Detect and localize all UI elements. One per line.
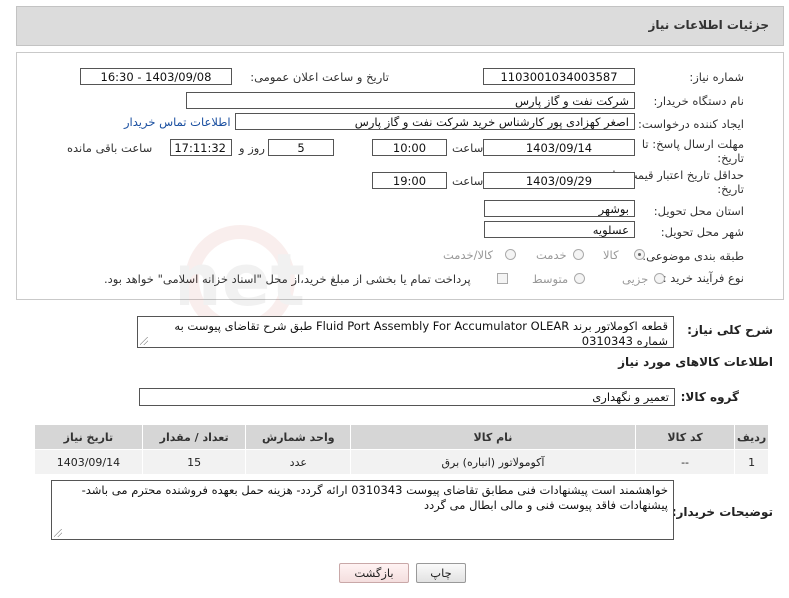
reply-deadline-label-2: تاریخ:	[717, 151, 744, 165]
page-title: جزئیات اطلاعات نیاز	[648, 18, 769, 32]
summary-textarea[interactable]: قطعه اکوملاتور برند Fluid Port Assembly …	[137, 316, 674, 348]
creator-label: ایجاد کننده درخواست:	[638, 117, 744, 131]
category-option-goods: کالا	[603, 248, 619, 262]
announce-date-field[interactable]: 1403/09/08 - 16:30	[80, 68, 232, 85]
col-header-need-date: تاریخ نیاز	[34, 424, 143, 450]
process-radio-minor[interactable]	[654, 273, 665, 284]
back-button[interactable]: بازگشت	[339, 563, 409, 583]
treasury-payment-checkbox[interactable]	[497, 273, 508, 284]
announce-date-label: تاریخ و ساعت اعلان عمومی:	[250, 70, 389, 84]
cell-code: --	[634, 449, 736, 475]
buyer-notes-label: توضیحات خریدار:	[671, 505, 773, 519]
category-radio-service[interactable]	[573, 249, 584, 260]
category-option-service: خدمت	[536, 248, 567, 262]
col-header-unit: واحد شمارش	[245, 424, 352, 450]
goods-table: ردیف کد کالا نام کالا واحد شمارش تعداد /…	[34, 424, 769, 475]
col-header-name: نام کالا	[350, 424, 636, 450]
table-header-row: ردیف کد کالا نام کالا واحد شمارش تعداد /…	[34, 424, 769, 450]
cell-quantity: 15	[141, 449, 247, 475]
creator-field[interactable]: اصغر کهزادی پور کارشناس خرید شرکت نفت و …	[235, 113, 635, 130]
summary-label: شرح کلی نیاز:	[687, 323, 773, 337]
process-label: نوع فرآیند خرید :	[662, 271, 744, 285]
validity-time-field[interactable]: 19:00	[372, 172, 447, 189]
days-field[interactable]: 5	[268, 139, 334, 156]
province-field[interactable]: بوشهر	[484, 200, 635, 217]
category-option-goods-service: کالا/خدمت	[443, 248, 494, 262]
reply-deadline-label: مهلت ارسال پاسخ: تا	[641, 137, 744, 151]
col-header-quantity: تعداد / مقدار	[141, 424, 247, 450]
table-row[interactable]: 1 -- آکومولاتور (انباره) برق عدد 15 1403…	[34, 449, 769, 475]
province-label: استان محل تحویل:	[653, 204, 744, 218]
buyer-notes-text: خواهشمند است پیشنهادات فنی مطابق تقاضای …	[81, 483, 668, 512]
print-button[interactable]: چاپ	[416, 563, 466, 583]
need-number-field[interactable]: 1103001034003587	[483, 68, 635, 85]
city-label: شهر محل تحویل:	[660, 225, 744, 239]
resize-grip-icon[interactable]	[140, 337, 148, 345]
validity-date-field[interactable]: 1403/09/29	[483, 172, 635, 189]
buyer-org-label: نام دستگاه خریدار:	[653, 94, 744, 108]
buyer-org-field[interactable]: شرکت نفت و گاز پارس	[186, 92, 635, 109]
col-header-row-number: ردیف	[734, 424, 769, 450]
validity-time-label: ساعت	[452, 174, 484, 188]
reply-time-label: ساعت	[452, 141, 484, 155]
need-number-label: شماره نیاز:	[689, 70, 744, 84]
goods-info-title: اطلاعات کالاهای مورد نیاز	[618, 355, 773, 369]
reply-date-field[interactable]: 1403/09/14	[483, 139, 635, 156]
cell-name: آکومولاتور (انباره) برق	[350, 449, 636, 475]
goods-group-label: گروه کالا:	[680, 390, 739, 404]
process-option-medium: متوسط	[532, 272, 569, 286]
resize-grip-icon[interactable]	[54, 529, 62, 537]
cell-unit: عدد	[245, 449, 352, 475]
page-header: جزئیات اطلاعات نیاز	[16, 6, 784, 46]
summary-text: قطعه اکوملاتور برند Fluid Port Assembly …	[174, 319, 668, 348]
goods-group-field[interactable]: تعمیر و نگهداری	[139, 388, 675, 406]
category-radio-goods-service[interactable]	[505, 249, 516, 260]
city-field[interactable]: عسلویه	[484, 221, 635, 238]
cell-need-date: 1403/09/14	[34, 449, 143, 475]
process-option-minor: جزیی	[622, 272, 649, 286]
category-radio-goods[interactable]	[634, 249, 645, 260]
buyer-contact-link[interactable]: اطلاعات تماس خریدار	[124, 115, 231, 129]
reply-time-field[interactable]: 10:00	[372, 139, 447, 156]
cell-row-number: 1	[734, 449, 769, 475]
remaining-time-field[interactable]: 17:11:32	[170, 139, 232, 156]
days-label: روز و	[239, 141, 265, 155]
process-radio-medium[interactable]	[574, 273, 585, 284]
category-label: طبقه بندی موضوعی:	[642, 249, 744, 263]
validity-label-2: تاریخ:	[717, 182, 744, 196]
treasury-payment-note: پرداخت تمام یا بخشی از مبلغ خرید،از محل …	[104, 272, 471, 286]
col-header-code: کد کالا	[634, 424, 736, 450]
remaining-time-label: ساعت باقی مانده	[67, 141, 153, 155]
buyer-notes-textarea[interactable]: خواهشمند است پیشنهادات فنی مطابق تقاضای …	[51, 480, 674, 540]
